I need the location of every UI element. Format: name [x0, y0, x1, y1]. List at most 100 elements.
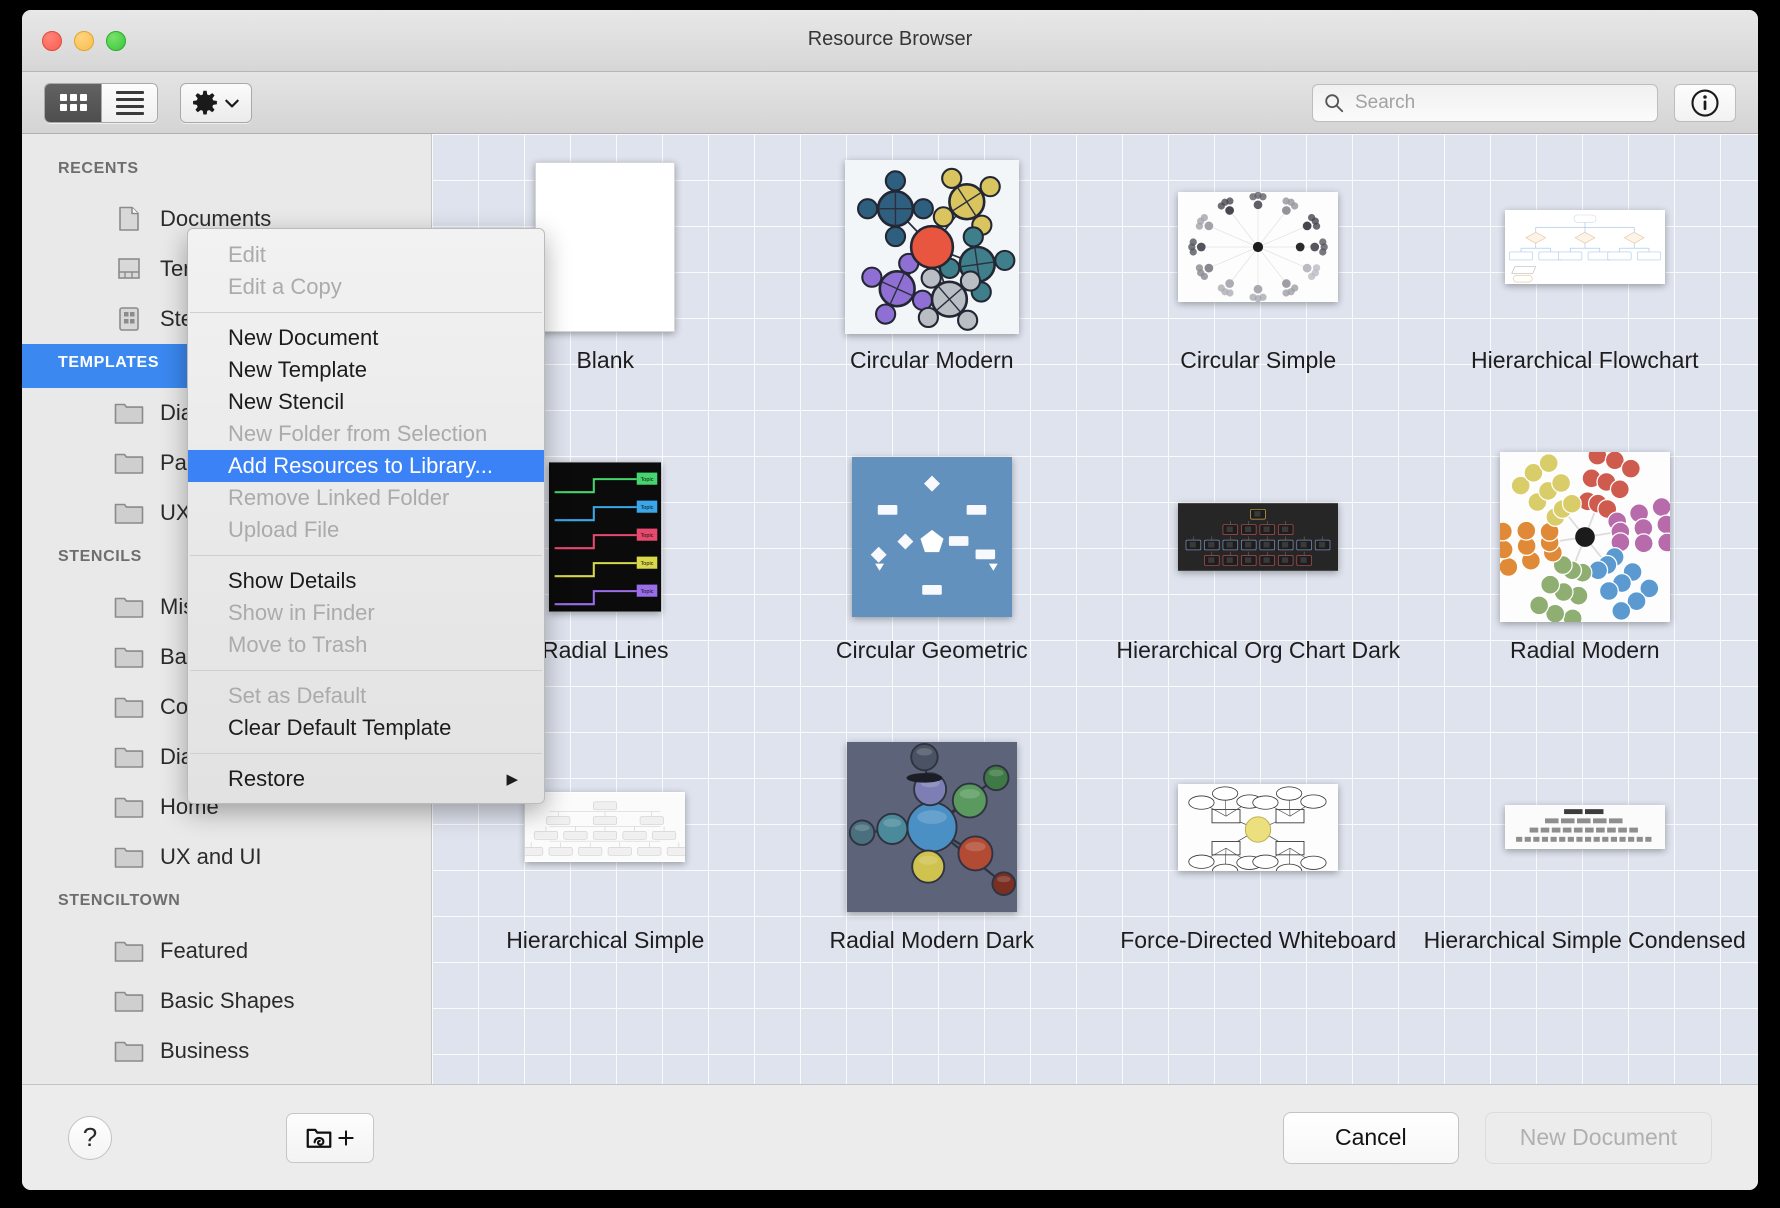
menu-item-clear-default-template[interactable]: Clear Default Template — [188, 712, 544, 744]
template-thumbnail[interactable] — [769, 452, 1096, 622]
sidebar-item-ux-and-ui[interactable]: UX and UI — [22, 832, 431, 882]
view-mode-segmented-control[interactable] — [44, 82, 158, 123]
template-label: Circular Simple — [1180, 347, 1337, 373]
svg-text:Topic: Topic — [641, 477, 654, 483]
thumb-hierarchical-org-chart-dark[interactable] — [1178, 503, 1339, 571]
thumb-circular-modern[interactable] — [844, 160, 1019, 334]
thumb-circular-simple[interactable] — [1178, 192, 1339, 302]
template-icon — [118, 258, 140, 279]
thumb-hierarchical-flowchart[interactable] — [1504, 210, 1665, 284]
template-item[interactable]: Circular Simple — [1095, 156, 1422, 436]
folder-icon — [114, 697, 144, 718]
thumb-circular-geometric[interactable] — [851, 457, 1012, 617]
template-label: Radial Modern Dark — [829, 927, 1035, 953]
submenu-arrow-icon: ▶ — [506, 771, 518, 788]
new-document-button: New Document — [1484, 1111, 1712, 1164]
menu-item-show-in-finder: Show in Finder — [188, 597, 544, 629]
template-item[interactable]: Circular Modern — [769, 156, 1096, 436]
template-label: Hierarchical Flowchart — [1470, 347, 1699, 373]
template-item[interactable]: Radial Modern — [1422, 446, 1749, 726]
thumb-force-directed-whiteboard[interactable] — [1178, 783, 1339, 871]
window-body: RECENTSDocumentsTemplatesStencilsTEMPLAT… — [22, 134, 1758, 1084]
search-field[interactable] — [1312, 83, 1658, 122]
template-label: Hierarchical Simple — [506, 927, 705, 953]
search-icon — [1325, 93, 1344, 112]
menu-item-label: New Stencil — [228, 389, 345, 414]
template-item[interactable]: Hierarchical Flowchart — [1422, 156, 1749, 436]
sidebar-item-basic-shapes[interactable]: Basic Shapes — [22, 976, 431, 1026]
action-dropdown-menu[interactable]: Edit Edit a Copy New Document New Template N… — [187, 228, 545, 804]
sidebar-item-label: Basic Shapes — [160, 988, 295, 1013]
menu-item-add-resources-to-library[interactable]: Add Resources to Library... — [188, 450, 544, 482]
grid-view-button[interactable] — [45, 83, 101, 122]
menu-item-remove-linked-folder: Remove Linked Folder — [188, 482, 544, 514]
thumb-blank[interactable] — [535, 162, 676, 332]
sidebar-item-featured[interactable]: Featured — [22, 926, 431, 976]
template-thumbnail[interactable] — [769, 742, 1096, 912]
menu-item-label: Set as Default — [228, 683, 367, 708]
template-thumbnail[interactable] — [769, 160, 1096, 334]
plus-icon — [338, 1129, 354, 1146]
action-menu-button[interactable] — [180, 82, 252, 123]
folder-icon — [114, 1041, 144, 1062]
menu-item-new-template[interactable]: New Template — [188, 354, 544, 386]
sidebar-section-header[interactable]: RECENTS — [22, 150, 431, 194]
menu-item-restore[interactable]: Restore ▶ — [188, 763, 544, 795]
template-browser-canvas: Blank Circular Modern Circular Simple Hiera… — [432, 134, 1758, 1084]
search-input[interactable] — [1355, 91, 1647, 114]
template-label: Circular Geometric — [835, 637, 1028, 663]
info-button[interactable] — [1674, 83, 1736, 122]
menu-item-label: Edit — [228, 242, 266, 267]
template-thumbnail[interactable] — [1422, 162, 1749, 332]
sidebar-item-label: Business — [160, 1038, 250, 1063]
menu-separator — [190, 555, 542, 556]
menu-item-show-details[interactable]: Show Details — [188, 565, 544, 597]
template-item[interactable]: Hierarchical Org Chart Dark — [1095, 446, 1422, 726]
template-thumbnail[interactable] — [1422, 452, 1749, 622]
resource-browser-window: Resource Browser Search RECENTS Document… — [22, 10, 1758, 1190]
cancel-button[interactable]: Cancel — [1282, 1111, 1459, 1164]
thumb-radial-lines[interactable]: Topic Topic Topic Topic Topic — [549, 462, 662, 612]
template-label: Blank — [576, 347, 635, 373]
help-button[interactable]: ? — [68, 1115, 112, 1160]
template-thumbnail[interactable] — [1095, 742, 1422, 912]
folder-icon — [114, 797, 144, 818]
menu-item-edit: Edit — [188, 239, 544, 271]
menu-item-new-stencil[interactable]: New Stencil — [188, 386, 544, 418]
thumb-hierarchical-simple-condensed[interactable] — [1504, 805, 1665, 849]
menu-item-label: Remove Linked Folder — [228, 485, 450, 510]
svg-text:Topic: Topic — [641, 561, 654, 567]
template-thumbnail[interactable] — [1095, 162, 1422, 332]
menu-item-set-as-default: Set as Default — [188, 680, 544, 712]
thumb-radial-modern-dark[interactable] — [846, 742, 1017, 912]
template-thumbnail[interactable] — [1422, 742, 1749, 912]
folder-icon — [114, 991, 144, 1012]
menu-item-label: New Template — [228, 357, 367, 382]
template-item[interactable]: Radial Modern Dark — [769, 736, 1096, 1016]
sidebar-section-header[interactable]: STENCILTOWN — [22, 882, 431, 926]
template-thumbnail[interactable] — [1095, 452, 1422, 622]
sidebar-item-business[interactable]: Business — [22, 1026, 431, 1076]
folder-icon — [114, 403, 144, 424]
thumb-hierarchical-simple[interactable] — [525, 792, 686, 862]
menu-item-label: Show Details — [228, 568, 357, 593]
svg-text:Topic: Topic — [641, 533, 654, 539]
list-icon — [115, 90, 144, 115]
menu-item-label: Show in Finder — [228, 600, 375, 625]
template-label: Hierarchical Org Chart Dark — [1116, 637, 1401, 663]
template-item[interactable]: Hierarchical Simple Condensed — [1422, 736, 1749, 1016]
add-linked-folder-button[interactable] — [286, 1112, 374, 1163]
chevron-down-icon — [225, 99, 239, 107]
template-item[interactable]: Circular Geometric — [769, 446, 1096, 726]
menu-item-new-document[interactable]: New Document — [188, 322, 544, 354]
list-view-button[interactable] — [101, 83, 157, 122]
template-item[interactable]: Force-Directed Whiteboard — [1095, 736, 1422, 1016]
menu-item-label: Edit a Copy — [228, 274, 342, 299]
sidebar-item-label: UX and UI — [160, 844, 262, 869]
thumb-radial-modern[interactable] — [1499, 452, 1670, 622]
menu-separator — [190, 670, 542, 671]
menu-item-edit-a-copy: Edit a Copy — [188, 271, 544, 303]
menu-item-label: New Folder from Selection — [228, 421, 488, 446]
menu-item-move-to-trash: Move to Trash — [188, 629, 544, 661]
title-bar: Resource Browser — [22, 10, 1758, 72]
